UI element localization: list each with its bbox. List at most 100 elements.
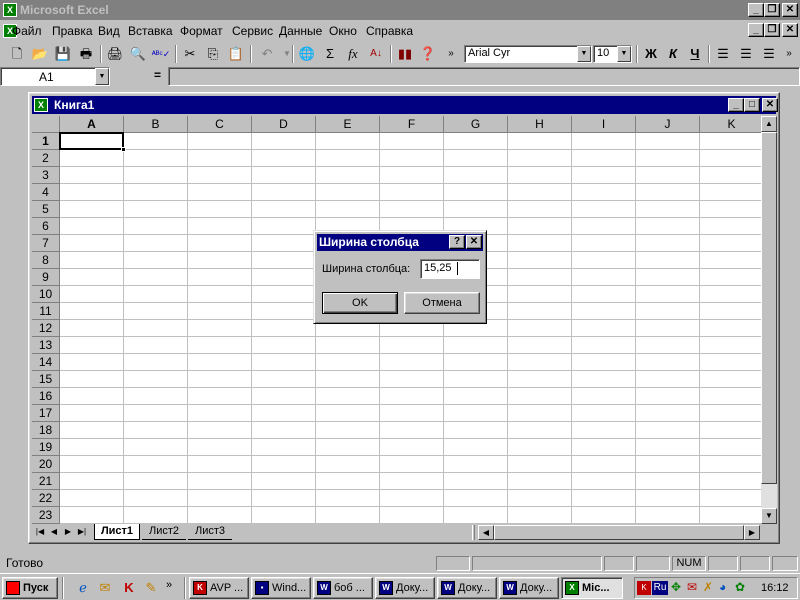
undo-dropdown-icon[interactable]: ▼ <box>276 44 298 64</box>
h-scroll-thumb[interactable] <box>494 525 744 540</box>
internet-explorer-icon[interactable]: ℯ <box>74 579 92 597</box>
row-header-9[interactable]: 9 <box>32 269 60 286</box>
italic-button[interactable]: К <box>662 44 684 64</box>
scroll-right-icon[interactable]: ▶ <box>744 525 760 540</box>
menu-file[interactable]: Файл <box>12 24 42 38</box>
quicklaunch-more-icon[interactable]: » <box>166 579 172 591</box>
task-word-1[interactable]: W боб ... <box>313 577 373 599</box>
scroll-thumb[interactable] <box>761 132 777 484</box>
task-word-4[interactable]: W Доку... <box>499 577 559 599</box>
last-sheet-icon[interactable]: ▶| <box>76 525 88 539</box>
cut-icon[interactable]: ✂ <box>179 44 201 64</box>
sheet-tab-2[interactable]: Лист2 <box>142 524 186 540</box>
excel-app-icon[interactable]: X <box>3 3 17 17</box>
menu-edit[interactable]: Правка <box>52 24 93 38</box>
column-header-f[interactable]: F <box>380 116 444 133</box>
preview-icon[interactable]: 🔍 <box>127 44 149 64</box>
fill-handle[interactable] <box>121 147 126 152</box>
horizontal-scrollbar[interactable]: ◀ ▶ <box>478 525 760 540</box>
column-header-b[interactable]: B <box>124 116 188 133</box>
print-icon[interactable]: 🖨 <box>104 44 126 64</box>
function-icon[interactable]: fx <box>342 44 364 64</box>
row-header-6[interactable]: 6 <box>32 218 60 235</box>
column-header-j[interactable]: J <box>636 116 700 133</box>
sort-ascending-icon[interactable]: A↓ <box>365 44 387 64</box>
antivirus-icon[interactable]: K <box>120 579 138 597</box>
wb-maximize-button[interactable]: □ <box>744 98 760 112</box>
column-header-a[interactable]: A <box>60 116 124 133</box>
task-word-3[interactable]: W Доку... <box>437 577 497 599</box>
font-combo[interactable]: Arial Cyr ▼ <box>464 45 592 63</box>
align-right-icon[interactable]: ☰ <box>758 44 780 64</box>
column-header-d[interactable]: D <box>252 116 316 133</box>
select-all-corner[interactable] <box>32 116 60 133</box>
scroll-up-icon[interactable]: ▲ <box>761 116 777 132</box>
bold-button[interactable]: Ж <box>640 44 662 64</box>
undo-icon[interactable]: ↶ <box>256 44 278 64</box>
close-button[interactable]: ✕ <box>782 3 798 17</box>
restore-button[interactable]: ❐ <box>764 3 780 17</box>
row-header-4[interactable]: 4 <box>32 184 60 201</box>
task-windows[interactable]: ▪ Wind... <box>251 577 311 599</box>
name-box[interactable]: A1 ▼ <box>0 67 110 86</box>
row-header-21[interactable]: 21 <box>32 473 60 490</box>
row-header-3[interactable]: 3 <box>32 167 60 184</box>
row-header-16[interactable]: 16 <box>32 388 60 405</box>
row-header-20[interactable]: 20 <box>32 456 60 473</box>
task-word-2[interactable]: W Доку... <box>375 577 435 599</box>
menu-tools[interactable]: Сервис <box>232 24 273 38</box>
tray-app-icon[interactable]: K <box>637 581 651 595</box>
row-header-8[interactable]: 8 <box>32 252 60 269</box>
task-avp[interactable]: K AVP ... <box>189 577 249 599</box>
tool-icon[interactable]: ✎ <box>142 579 160 597</box>
new-icon[interactable]: 🗋 <box>6 44 28 64</box>
row-header-17[interactable]: 17 <box>32 405 60 422</box>
spelling-icon[interactable]: ᴬᴮᶜ✓ <box>150 44 172 64</box>
menu-insert[interactable]: Вставка <box>128 24 173 38</box>
dialog-help-button[interactable]: ? <box>449 235 465 249</box>
row-header-5[interactable]: 5 <box>32 201 60 218</box>
toolbar-more-icon[interactable]: » <box>440 44 462 64</box>
open-icon[interactable]: 📂 <box>29 44 51 64</box>
row-header-12[interactable]: 12 <box>32 320 60 337</box>
row-header-22[interactable]: 22 <box>32 490 60 507</box>
start-button[interactable]: Пуск <box>2 577 58 599</box>
sheet-tab-1[interactable]: Лист1 <box>94 524 140 540</box>
doc-close-button[interactable]: ✕ <box>782 23 798 37</box>
doc-restore-button[interactable]: ❐ <box>764 23 780 37</box>
tray-leaf-icon[interactable]: ✿ <box>735 580 745 594</box>
scroll-down-icon[interactable]: ▼ <box>761 508 777 524</box>
row-header-14[interactable]: 14 <box>32 354 60 371</box>
align-center-icon[interactable]: ☰ <box>735 44 757 64</box>
column-header-h[interactable]: H <box>508 116 572 133</box>
row-header-11[interactable]: 11 <box>32 303 60 320</box>
toolbar-more-icon[interactable]: » <box>780 44 798 64</box>
first-sheet-icon[interactable]: |◀ <box>34 525 46 539</box>
row-header-18[interactable]: 18 <box>32 422 60 439</box>
row-header-7[interactable]: 7 <box>32 235 60 252</box>
chevron-down-icon[interactable]: ▼ <box>617 46 631 62</box>
ok-button[interactable]: OK <box>322 292 398 314</box>
chevron-down-icon[interactable]: ▼ <box>95 68 109 85</box>
menu-window[interactable]: Окно <box>329 24 357 38</box>
autosum-icon[interactable]: Σ <box>319 44 341 64</box>
chevron-down-icon[interactable]: ▼ <box>577 46 591 62</box>
mail-icon[interactable]: ✉ <box>687 580 697 594</box>
menu-help[interactable]: Справка <box>366 24 413 38</box>
save-icon[interactable]: 💾 <box>52 44 74 64</box>
prev-sheet-icon[interactable]: ◀ <box>48 525 60 539</box>
menu-format[interactable]: Формат <box>180 24 223 38</box>
tray-tool-icon[interactable]: ✗ <box>703 580 713 594</box>
edit-formula-button[interactable]: = <box>154 68 161 82</box>
row-header-23[interactable]: 23 <box>32 507 60 524</box>
doc-minimize-button[interactable]: _ <box>748 23 764 37</box>
column-header-c[interactable]: C <box>188 116 252 133</box>
wb-minimize-button[interactable]: _ <box>728 98 744 112</box>
minimize-button[interactable]: _ <box>748 3 764 17</box>
row-header-13[interactable]: 13 <box>32 337 60 354</box>
align-left-icon[interactable]: ☰ <box>712 44 734 64</box>
tab-split-handle[interactable] <box>472 525 475 540</box>
active-cell[interactable] <box>59 132 126 152</box>
column-header-e[interactable]: E <box>316 116 380 133</box>
next-sheet-icon[interactable]: ▶ <box>62 525 74 539</box>
